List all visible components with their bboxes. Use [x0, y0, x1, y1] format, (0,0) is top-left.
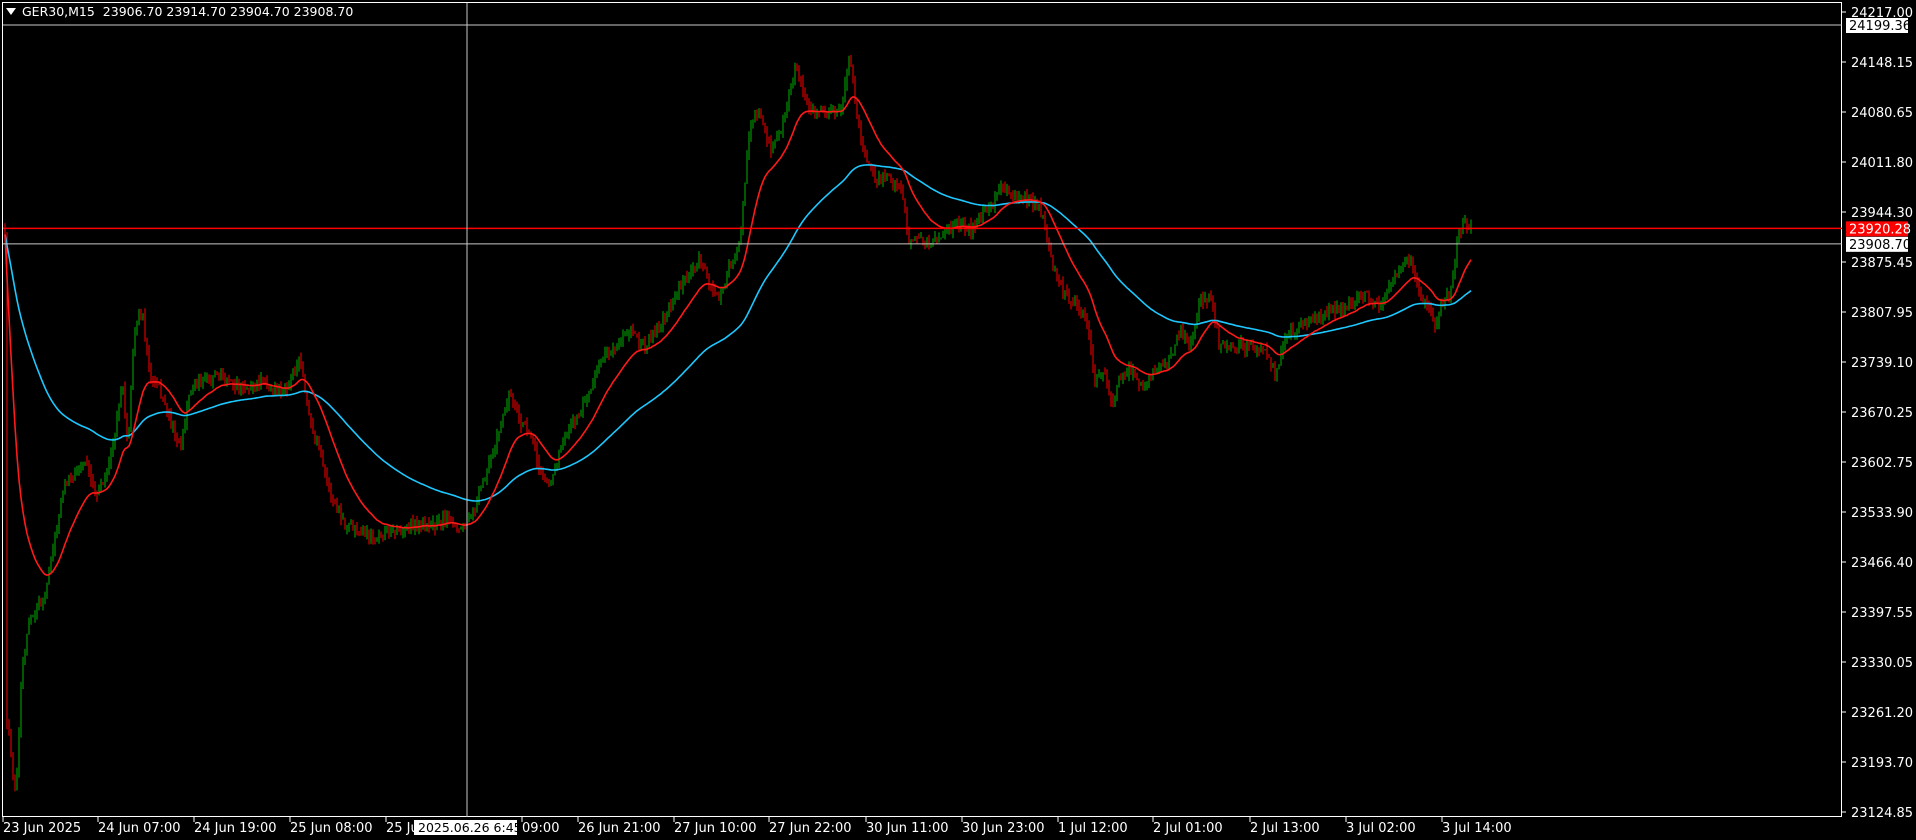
price-tick-label: 23533.90 — [1851, 506, 1913, 521]
price-tick-label: 23670.25 — [1851, 406, 1913, 421]
time-tick-label: 23 Jun 2025 — [3, 821, 81, 836]
price-tick-label: 24148.15 — [1851, 56, 1913, 71]
price-tick-label: 24080.65 — [1851, 106, 1913, 121]
red-price-label: 23920.28 — [1849, 222, 1911, 237]
time-tick-label: 1 Jul 12:00 — [1058, 821, 1128, 836]
crosshair-price-tag: 24199.36 — [1846, 18, 1911, 34]
crosshair-time-label: 2025.06.26 6:45 — [418, 820, 522, 835]
time-tick-label: 25 Ju — [386, 821, 419, 836]
gray-price-tag: 23908.70 — [1846, 236, 1911, 253]
time-tick-label: 27 Jun 10:00 — [674, 821, 757, 836]
price-tick-label: 23807.95 — [1851, 306, 1913, 321]
time-tick-label: 2 Jul 13:00 — [1250, 821, 1320, 836]
crosshair-time-tag: 2025.06.26 6:45 — [414, 820, 522, 835]
time-tick-label: 26 Jun 21:00 — [578, 821, 661, 836]
price-tick-label: 24011.80 — [1851, 156, 1913, 171]
time-tick-label: 2 Jul 01:00 — [1153, 821, 1223, 836]
dropdown-triangle-icon[interactable] — [6, 8, 16, 15]
price-tick-label: 23124.85 — [1851, 806, 1913, 821]
price-chart[interactable]: 24217.0024148.1524080.6524011.8023944.30… — [0, 0, 1916, 840]
price-tick-label: 23602.75 — [1851, 456, 1913, 471]
red-price-tag: 23920.28 — [1846, 221, 1911, 237]
crosshair-price-label: 24199.36 — [1849, 19, 1911, 34]
price-tick-label: 23466.40 — [1851, 556, 1913, 571]
price-tick-label: 23397.55 — [1851, 606, 1913, 621]
price-tick-label: 23261.20 — [1851, 706, 1913, 721]
price-tick-label: 23330.05 — [1851, 656, 1913, 671]
price-tick-label: 23193.70 — [1851, 756, 1913, 771]
time-tick-label: 27 Jun 22:00 — [769, 821, 852, 836]
time-tick-label: 30 Jun 23:00 — [962, 821, 1045, 836]
symbol-header[interactable]: GER30,M15 23906.70 23914.70 23904.70 239… — [6, 4, 353, 19]
time-tick-label: 09:00 — [522, 821, 559, 836]
symbol-label: GER30,M15 — [22, 4, 95, 19]
time-tick-label: 30 Jun 11:00 — [866, 821, 949, 836]
ohlc-values: 23906.70 23914.70 23904.70 23908.70 — [102, 4, 354, 19]
price-tick-label: 23944.30 — [1851, 206, 1913, 221]
time-tick-label: 3 Jul 14:00 — [1442, 821, 1512, 836]
gray-price-label: 23908.70 — [1849, 238, 1911, 253]
time-tick-label: 25 Jun 08:00 — [290, 821, 373, 836]
time-tick-label: 24 Jun 19:00 — [194, 821, 277, 836]
time-tick-label: 24 Jun 07:00 — [98, 821, 181, 836]
price-tick-label: 23875.45 — [1851, 256, 1913, 271]
chart-background — [0, 0, 1916, 840]
price-tick-label: 23739.10 — [1851, 356, 1913, 371]
time-tick-label: 3 Jul 02:00 — [1346, 821, 1416, 836]
